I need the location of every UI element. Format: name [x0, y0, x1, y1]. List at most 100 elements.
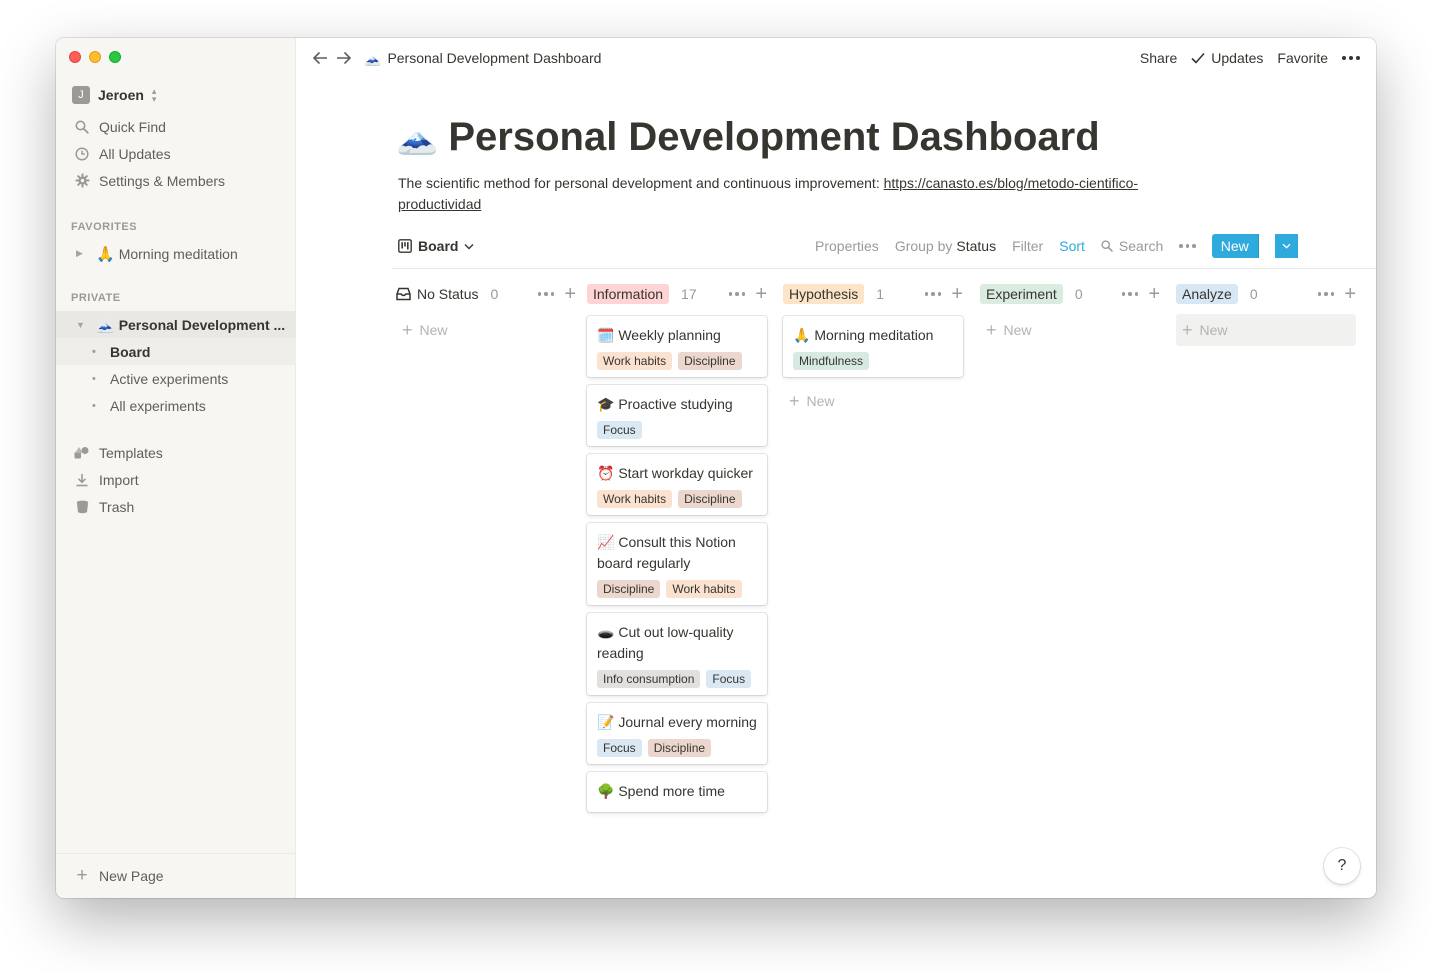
triangle-down-icon[interactable]: ▼: [76, 320, 90, 330]
chevron-down-icon: [464, 243, 474, 249]
sidebar-item-label: Board: [110, 343, 151, 360]
add-card-label: New: [1003, 322, 1032, 338]
column-header[interactable]: No Status 0 +: [396, 282, 576, 306]
new-button-label[interactable]: New: [1211, 234, 1259, 258]
sidebar-item-morning-meditation[interactable]: ▶ 🙏 Morning meditation: [56, 240, 296, 267]
group-by-label: Group by: [894, 238, 953, 254]
view-selector[interactable]: Board: [398, 234, 474, 258]
tag-info-consumption: Info consumption: [597, 670, 701, 688]
column-header[interactable]: Analyze 0 +: [1176, 282, 1356, 306]
column-count: 0: [1249, 286, 1258, 302]
forward-arrow-icon[interactable]: [332, 46, 356, 70]
column-add-icon[interactable]: +: [1344, 284, 1356, 304]
add-card-button[interactable]: + New: [980, 314, 1160, 346]
board-card[interactable]: 🎓 Proactive studying Focus: [587, 385, 767, 446]
sidebar-item-all-updates[interactable]: All Updates: [56, 140, 296, 167]
sidebar-item-label: Active experiments: [110, 370, 229, 387]
plus-icon: +: [789, 390, 800, 411]
sort-button[interactable]: Sort: [1059, 238, 1085, 254]
zoom-window-button[interactable]: [109, 51, 121, 63]
view-more-icon[interactable]: [1179, 244, 1196, 248]
card-title: Consult this Notion board regularly: [597, 534, 736, 571]
group-by-value: Status: [956, 238, 997, 254]
card-title: Start workday quicker: [618, 465, 753, 481]
sidebar-item-active-experiments[interactable]: • Active experiments: [56, 365, 296, 392]
board-card[interactable]: 🌳 Spend more time: [587, 772, 767, 812]
new-page-label: New Page: [99, 868, 164, 884]
add-card-button[interactable]: + New: [783, 385, 963, 417]
column-add-icon[interactable]: +: [1148, 284, 1160, 304]
chevron-updown-icon: ▴ ▾: [151, 86, 157, 104]
bullet-icon: •: [92, 345, 96, 358]
column-add-icon[interactable]: +: [755, 284, 767, 304]
board-card[interactable]: 🗓️ Weekly planning Work habits Discipline: [587, 316, 767, 377]
sidebar-item-settings[interactable]: Settings & Members: [56, 167, 296, 194]
close-window-button[interactable]: [69, 51, 81, 63]
board-card[interactable]: 🕳️ Cut out low-quality reading Info cons…: [587, 613, 767, 695]
page-icon[interactable]: 🗻: [396, 117, 438, 157]
board-card[interactable]: 📝 Journal every morning Focus Discipline: [587, 703, 767, 764]
share-button[interactable]: Share: [1140, 50, 1177, 66]
properties-button[interactable]: Properties: [815, 238, 879, 254]
card-title: Cut out low-quality reading: [597, 624, 734, 661]
filter-button[interactable]: Filter: [1012, 238, 1043, 254]
card-title: Journal every morning: [618, 714, 757, 730]
column-header[interactable]: Hypothesis 1 +: [783, 282, 963, 306]
help-button[interactable]: ?: [1324, 848, 1360, 884]
new-record-button[interactable]: New: [1211, 234, 1314, 258]
column-count: 0: [490, 286, 499, 302]
sidebar-item-quick-find[interactable]: Quick Find: [56, 113, 296, 140]
column-more-icon[interactable]: [728, 292, 746, 296]
sidebar-item-personal-development[interactable]: ▼ 🗻 Personal Development ...: [56, 311, 296, 338]
shapes-icon: [73, 444, 91, 462]
board-card[interactable]: 🙏 Morning meditation Mindfulness: [783, 316, 963, 377]
column-header[interactable]: Experiment 0 +: [980, 282, 1160, 306]
column-more-icon[interactable]: [1121, 292, 1139, 296]
gear-icon: [73, 172, 91, 190]
board-icon: [398, 239, 412, 253]
tag-work-habits: Work habits: [597, 352, 673, 370]
column-more-icon[interactable]: [1317, 292, 1335, 296]
card-emoji: 📈: [597, 534, 615, 550]
topbar: 🗻 Personal Development Dashboard Share U…: [296, 38, 1376, 78]
add-card-button[interactable]: + New: [1176, 314, 1356, 346]
favorite-button[interactable]: Favorite: [1277, 50, 1328, 66]
sidebar-item-board[interactable]: • Board: [56, 338, 296, 365]
bullet-icon: •: [92, 372, 96, 385]
triangle-right-icon[interactable]: ▶: [76, 248, 90, 259]
search-button[interactable]: Search: [1101, 238, 1163, 254]
chevron-down-icon[interactable]: [1274, 234, 1298, 258]
sidebar-item-all-experiments[interactable]: • All experiments: [56, 392, 296, 419]
sidebar-item-trash[interactable]: Trash: [56, 493, 296, 520]
page-title-text: Personal Development Dashboard: [448, 114, 1100, 159]
more-options-icon[interactable]: [1342, 56, 1360, 60]
sidebar-item-import[interactable]: Import: [56, 466, 296, 493]
plus-icon: +: [986, 319, 997, 340]
group-by-button[interactable]: Group by Status: [895, 238, 996, 254]
column-header[interactable]: Information 17 +: [587, 282, 767, 306]
plus-icon: +: [1182, 319, 1193, 340]
plus-icon: +: [76, 865, 88, 886]
board-card[interactable]: ⏰ Start workday quicker Work habits Disci…: [587, 454, 767, 515]
column-add-icon[interactable]: +: [564, 284, 576, 304]
back-arrow-icon[interactable]: [308, 46, 332, 70]
page-title[interactable]: 🗻 Personal Development Dashboard: [396, 112, 1100, 162]
column-more-icon[interactable]: [924, 292, 942, 296]
add-card-button[interactable]: + New: [396, 314, 576, 346]
card-title: Weekly planning: [618, 327, 721, 343]
breadcrumb[interactable]: 🗻 Personal Development Dashboard: [364, 50, 601, 67]
updates-button[interactable]: Updates: [1191, 50, 1263, 66]
column-add-icon[interactable]: +: [951, 284, 963, 304]
new-page-button[interactable]: + New Page: [56, 853, 296, 898]
sidebar-item-templates[interactable]: Templates: [56, 439, 296, 466]
sidebar-item-label: Quick Find: [99, 118, 166, 135]
board-card[interactable]: 📈 Consult this Notion board regularly Di…: [587, 523, 767, 605]
minimize-window-button[interactable]: [89, 51, 101, 63]
workspace-switcher[interactable]: J Jeroen ▴ ▾: [72, 85, 156, 105]
column-title: Hypothesis: [783, 284, 865, 304]
column-count: 0: [1074, 286, 1083, 302]
board-column-hypothesis: Hypothesis 1 + 🙏 Morning meditation Mind…: [783, 282, 963, 417]
download-icon: [73, 471, 91, 489]
tag-discipline: Discipline: [647, 739, 712, 757]
column-more-icon[interactable]: [537, 292, 555, 296]
